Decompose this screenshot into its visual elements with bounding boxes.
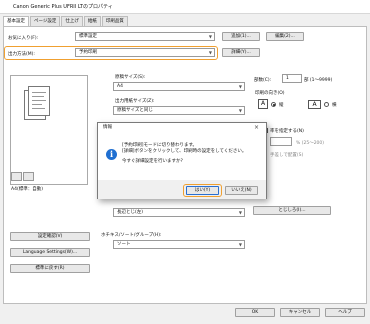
tab-bar: 基本設定 ページ設定 仕上げ 給紙 印刷品質	[3, 16, 129, 27]
cancel-button[interactable]: キャンセル	[280, 308, 320, 317]
tab-paper-source[interactable]: 給紙	[83, 16, 101, 26]
no-button[interactable]: いいえ(N)	[225, 186, 258, 195]
info-icon: i	[106, 149, 117, 160]
tab-finishing[interactable]: 仕上げ	[61, 16, 83, 26]
dialog-question: 今すぐ詳細設定を行いますか?	[122, 159, 183, 164]
ok-button[interactable]: OK	[235, 308, 275, 317]
info-dialog: 情報 × i [予約印刷]モードに切り替わります。 [詳細]ボタンをクリックして…	[97, 122, 267, 199]
help-button[interactable]: ヘルプ	[325, 308, 365, 317]
close-icon[interactable]: ×	[254, 124, 259, 131]
dialog-message-line2: [詳細]ボタンをクリックして、印刷時の設定をしてください。	[122, 149, 247, 154]
tab-quality[interactable]: 印刷品質	[101, 16, 128, 26]
tab-page-setup[interactable]: ページ設定	[30, 16, 61, 26]
dialog-title: 情報	[103, 125, 112, 130]
window-title: Canon Generic Plus UFRII LTのプロパティ	[0, 0, 370, 14]
yes-button[interactable]: はい(Y)	[186, 186, 219, 195]
